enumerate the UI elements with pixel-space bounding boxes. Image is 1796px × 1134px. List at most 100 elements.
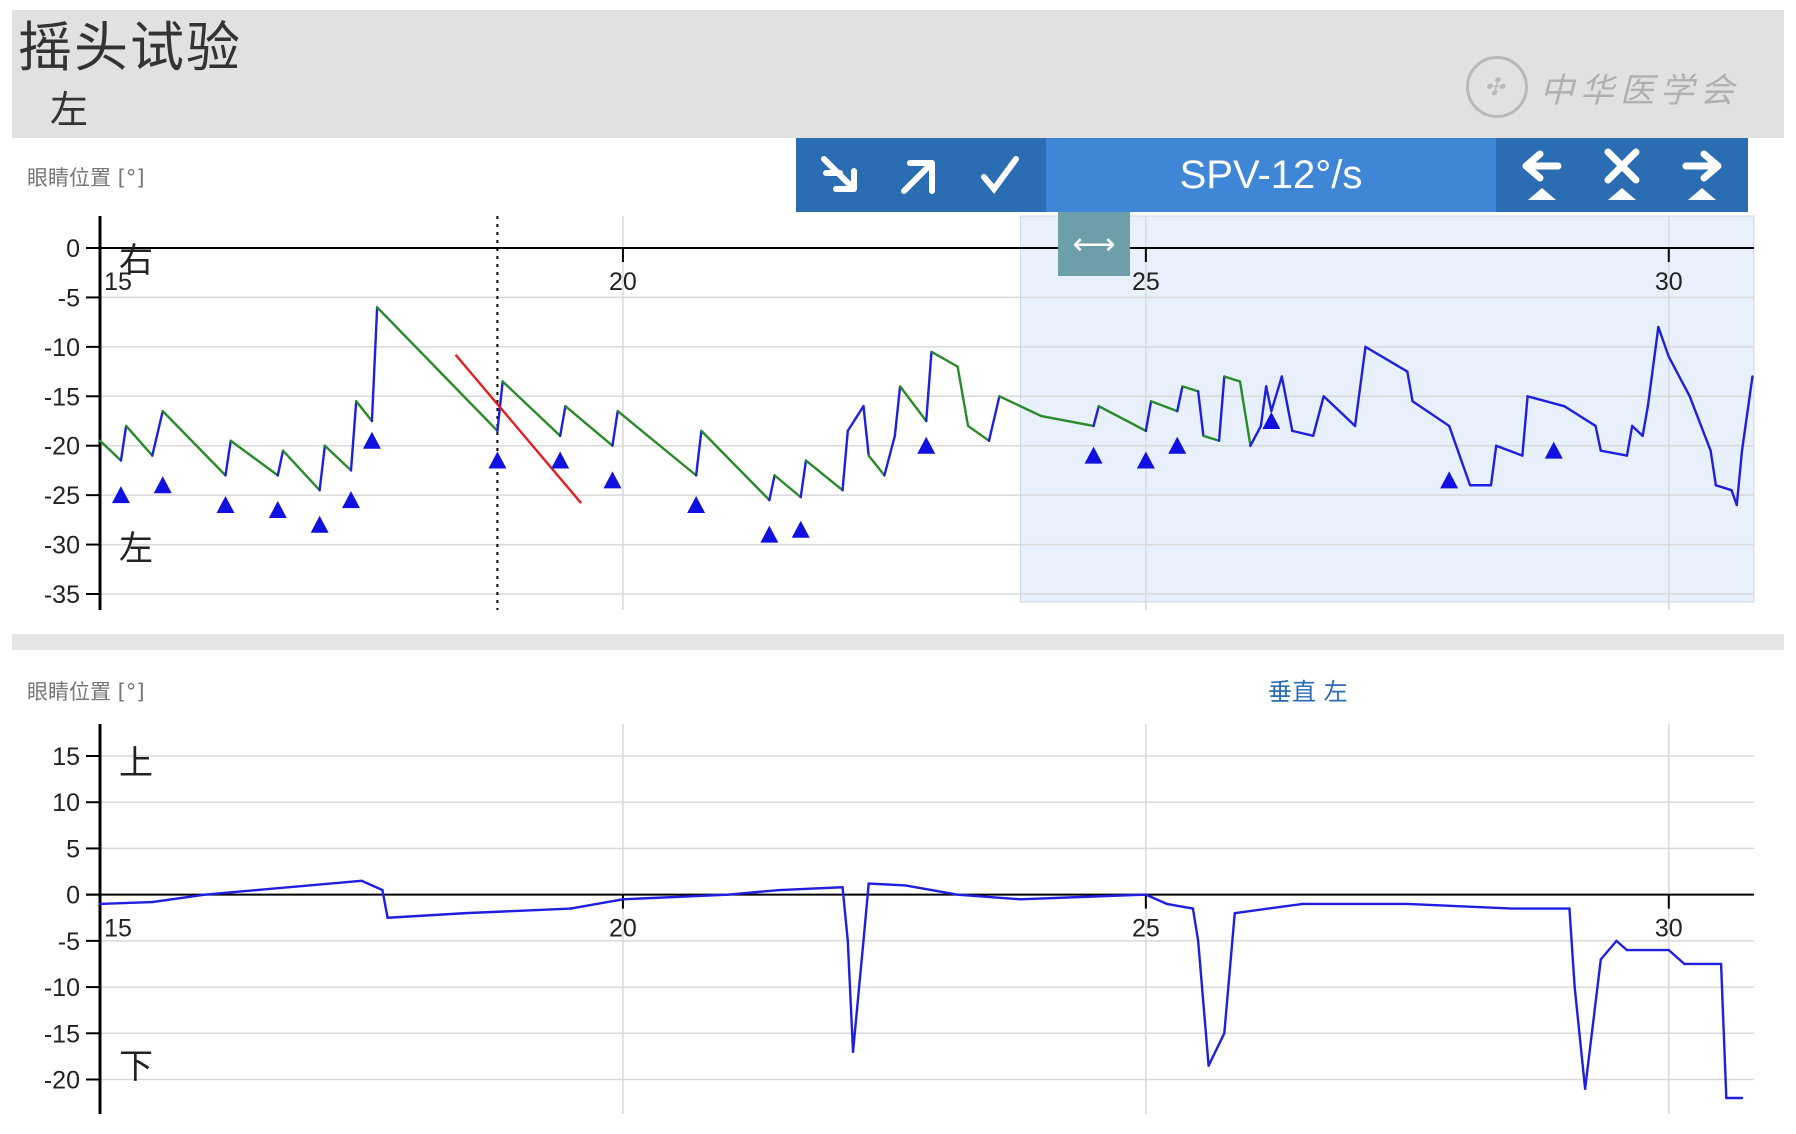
resize-horizontal-icon[interactable]: ⟷ — [1058, 212, 1130, 276]
trace-segment — [1019, 895, 1095, 901]
trace-segment — [1719, 962, 1728, 1100]
trace-segment — [1406, 902, 1514, 910]
fast-phase-marker — [268, 500, 287, 518]
trace-segment — [1223, 911, 1236, 1035]
arrow-down-left-icon[interactable] — [800, 138, 880, 212]
horizontal-eye-position-chart: 0-5-10-15-20-25-30-3515 20 25 30右左 — [44, 215, 1755, 610]
y-tick-label: 5 — [66, 835, 80, 863]
trace-segment — [611, 409, 619, 447]
y-tick-label: -10 — [44, 974, 80, 1002]
trace-segment — [867, 882, 907, 887]
fast-phase-marker — [216, 496, 235, 514]
fast-phase-marker — [687, 496, 706, 514]
trace-segment — [255, 884, 311, 892]
fast-phase-marker — [153, 476, 172, 494]
fast-phase-marker — [342, 491, 361, 509]
slow-phase-segment — [501, 380, 562, 438]
close-icon[interactable] — [1582, 138, 1662, 212]
direction-label-bottom: 下 — [119, 1048, 153, 1086]
y-tick-label: 15 — [52, 743, 80, 771]
y-tick-label: -35 — [44, 581, 80, 609]
slow-phase-segment — [616, 409, 698, 477]
trace-segment — [925, 350, 933, 423]
y-tick-label: -15 — [44, 1020, 80, 1048]
trace-segment — [883, 434, 897, 477]
y-tick-label: -10 — [44, 334, 80, 362]
trace-segment — [558, 404, 567, 438]
trace-segment — [318, 444, 327, 492]
slow-phase-segment — [161, 409, 227, 477]
fast-phase-marker — [488, 451, 507, 469]
trace-segment — [1599, 939, 1618, 961]
x-tick-label: 25 — [1132, 915, 1160, 943]
trace-segment — [151, 893, 206, 904]
fast-phase-marker — [362, 431, 381, 449]
x-tick-label: 20 — [609, 915, 637, 943]
trace-segment — [1583, 958, 1603, 1090]
trace-segment — [1667, 948, 1686, 966]
trace-segment — [1207, 1032, 1226, 1067]
fast-phase-marker — [760, 525, 779, 543]
fast-phase-marker — [791, 520, 810, 538]
x-tick-label: 25 — [1132, 268, 1160, 296]
y-tick-label: -5 — [58, 928, 80, 956]
trace-segment — [904, 884, 959, 896]
slow-phase-segment — [355, 400, 374, 423]
trace-segment — [119, 424, 128, 462]
slow-phase-segment — [700, 429, 771, 502]
x-tick-label: 30 — [1655, 268, 1683, 296]
slow-phase-segment — [564, 404, 614, 447]
slow-phase-segment — [281, 449, 321, 492]
fast-phase-marker — [551, 451, 570, 469]
trace-segment — [846, 939, 855, 1053]
trace-segment — [370, 306, 379, 423]
trace-segment — [694, 429, 703, 477]
slow-phase-segment — [98, 439, 123, 462]
arrow-up-left-icon[interactable] — [880, 138, 960, 212]
slow-phase-segment — [773, 474, 802, 499]
vertical-chart-title: 垂直 左 — [1268, 678, 1348, 706]
trace-segment — [778, 886, 844, 892]
trace-segment — [893, 385, 902, 438]
check-icon[interactable] — [960, 138, 1040, 212]
trace-segment — [360, 879, 384, 892]
trace-segment — [862, 882, 870, 943]
trace-segment — [1573, 985, 1587, 1090]
spv-readout: SPV-12°/s — [1046, 138, 1496, 212]
fast-phase-marker — [310, 515, 329, 533]
trace-segment — [851, 939, 865, 1053]
slow-phase-segment — [124, 424, 154, 457]
slow-phase-segment — [323, 444, 353, 472]
trace-segment — [1196, 939, 1210, 1067]
y-tick-label: -5 — [58, 284, 80, 312]
direction-label-top: 右 — [119, 242, 153, 280]
trace-segment — [768, 474, 776, 502]
trace-segment — [862, 404, 870, 457]
trace-segment — [276, 449, 285, 477]
trace-segment — [1191, 907, 1200, 943]
trace-segment — [1615, 939, 1629, 952]
y-tick-label: -20 — [44, 433, 80, 461]
y-tick-label: -25 — [44, 482, 80, 510]
trace-segment — [386, 911, 468, 919]
arrow-right-icon[interactable] — [1662, 138, 1742, 212]
slow-phase-segment — [375, 306, 499, 433]
trace-segment — [1165, 902, 1195, 910]
trace-segment — [799, 459, 808, 499]
y-tick-label: 10 — [52, 789, 80, 817]
slow-phase-segment — [966, 424, 991, 442]
slow-phase-segment — [804, 459, 844, 492]
fast-phase-marker — [603, 471, 622, 489]
x-tick-label: 15 — [104, 915, 132, 943]
trace-segment — [307, 879, 363, 887]
vertical-eye-position-chart: 15 10 5 0 -5 -10 -15 -20 15 20 25 30 上下 — [44, 724, 1754, 1114]
trace-segment — [1144, 893, 1168, 906]
trace-segment — [841, 429, 849, 492]
panel-separator[interactable] — [12, 634, 1784, 650]
analysis-toolbar: SPV-12°/s — [796, 138, 1748, 212]
trace-segment — [987, 395, 1001, 442]
trace-segment — [151, 409, 164, 457]
trace-segment — [464, 907, 572, 915]
y-tick-label: 0 — [66, 235, 80, 263]
arrow-left-icon[interactable] — [1502, 138, 1582, 212]
